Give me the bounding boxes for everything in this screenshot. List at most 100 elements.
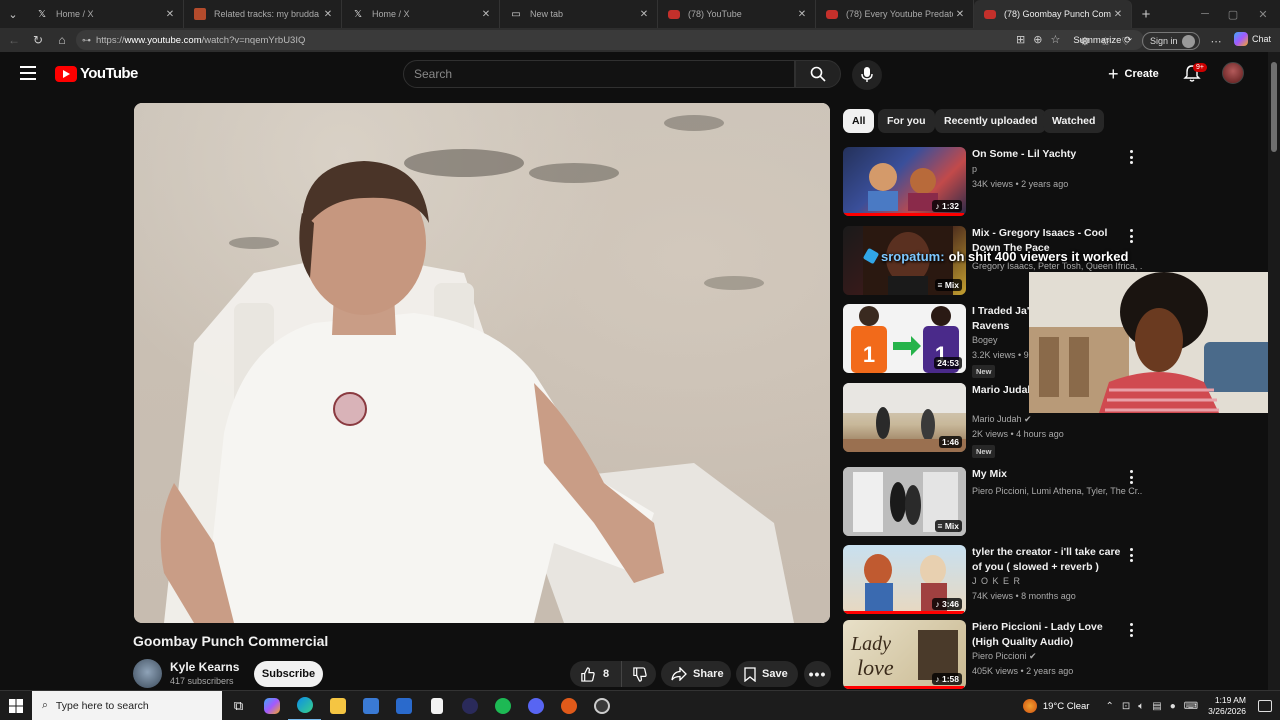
recommendation-title[interactable]: On Some - Lil Yachty (972, 147, 1126, 162)
notepad-icon[interactable] (420, 691, 453, 720)
file-explorer-icon[interactable] (321, 691, 354, 720)
tab-close-icon[interactable]: ✕ (479, 9, 493, 20)
copilot-taskbar-icon[interactable] (255, 691, 288, 720)
maximize-icon[interactable]: ▢ (1216, 0, 1250, 28)
task-view-icon[interactable]: ⧉ (222, 691, 255, 720)
discord-icon[interactable] (519, 691, 552, 720)
scrollbar-thumb[interactable] (1271, 62, 1277, 152)
streaming-app-icon[interactable] (585, 691, 618, 720)
tab-close-icon[interactable]: ✕ (953, 9, 967, 20)
recommendation-channel[interactable]: p (972, 164, 1142, 174)
sign-in-button[interactable]: Sign in (1141, 32, 1200, 50)
chip-for-you[interactable]: For you (878, 109, 935, 133)
network-icon[interactable]: ▤ (1152, 701, 1161, 712)
account-avatar[interactable] (1222, 62, 1244, 84)
recommendation-item[interactable]: ♪ 1:32 On Some - Lil Yachty p 34K views … (843, 147, 1143, 219)
media-app-icon[interactable] (453, 691, 486, 720)
like-button[interactable]: 8 (570, 661, 622, 687)
voice-search-button[interactable] (852, 60, 882, 90)
recommendation-channel[interactable]: Piero Piccioni ✔ (972, 651, 1142, 662)
notification-center-icon[interactable] (1258, 700, 1272, 712)
refresh-icon[interactable]: ↻ (26, 33, 50, 47)
video-thumbnail[interactable]: 1:46 (843, 383, 966, 452)
more-vertical-icon[interactable] (1128, 548, 1134, 562)
zoom-icon[interactable]: ⊕ (1033, 33, 1042, 46)
tab-close-icon[interactable]: ✕ (1111, 9, 1125, 20)
obs-icon[interactable] (552, 691, 585, 720)
url-field[interactable]: ⊶ https://www.youtube.com/watch?v=nqemYr… (76, 30, 1144, 50)
new-tab-button[interactable]: + (1132, 6, 1160, 23)
tab-actions-menu-icon[interactable]: ⌄ (0, 0, 26, 28)
more-vertical-icon[interactable] (1128, 229, 1134, 243)
more-vertical-icon[interactable] (1128, 623, 1134, 637)
browser-tab[interactable]: (78) Every Youtube Predator Expl ✕ (816, 0, 974, 28)
channel-avatar[interactable] (133, 659, 162, 688)
video-player[interactable] (134, 103, 830, 623)
browser-tab-active[interactable]: (78) Goombay Punch Commercial ✕ (974, 0, 1132, 28)
search-input[interactable]: Search (403, 60, 795, 88)
browser-tab[interactable]: Related tracks: my brudda w suci ✕ (184, 0, 342, 28)
dislike-button[interactable] (622, 666, 656, 682)
tab-close-icon[interactable]: ✕ (321, 9, 335, 20)
browser-tab[interactable]: (78) YouTube ✕ (658, 0, 816, 28)
browser-tab[interactable]: 𝕏 Home / X ✕ (342, 0, 500, 28)
chip-recently-uploaded[interactable]: Recently uploaded (935, 109, 1047, 133)
chevron-up-icon[interactable]: ⌃ (1105, 701, 1113, 712)
recommendation-item[interactable]: ♪ 3:46 tyler the creator - i'll take car… (843, 545, 1143, 617)
site-info-icon[interactable]: ⊶ (82, 35, 96, 46)
recommendation-channel[interactable]: Piero Piccioni, Lumi Athena, Tyler, The … (972, 486, 1142, 496)
favorites-icon[interactable]: ✩ (1101, 35, 1110, 48)
clock[interactable]: 1:19 AM 3/26/2026 (1208, 695, 1246, 717)
browser-tab[interactable]: ▭ New tab ✕ (500, 0, 658, 28)
app-icon[interactable]: ⊞ (1016, 33, 1025, 46)
tray-app-icon[interactable]: ⊡ (1122, 701, 1130, 712)
store-icon[interactable] (354, 691, 387, 720)
recommendation-channel[interactable]: Mario Judah ✔ (972, 414, 1142, 425)
channel-name[interactable]: Kyle Kearns (170, 660, 239, 674)
menu-icon[interactable] (20, 66, 36, 80)
recommendation-title[interactable]: tyler the creator - i'll take care of yo… (972, 545, 1126, 575)
video-thumbnail[interactable]: ♪ 3:46 (843, 545, 966, 614)
close-window-icon[interactable]: ✕ (1246, 0, 1280, 28)
microphone-tray-icon[interactable]: ● (1170, 701, 1176, 712)
keyboard-icon[interactable]: ⌨ (1184, 701, 1198, 712)
recommendation-title[interactable]: Piero Piccioni - Lady Love (High Quality… (972, 620, 1126, 650)
tab-close-icon[interactable]: ✕ (637, 9, 651, 20)
home-icon[interactable]: ⌂ (50, 33, 74, 47)
create-button[interactable]: + Create (1100, 62, 1167, 86)
favorite-star-icon[interactable]: ☆ (1050, 33, 1060, 46)
subscribe-button[interactable]: Subscribe (254, 661, 323, 687)
back-icon[interactable]: ← (2, 33, 26, 47)
recommendation-title[interactable]: My Mix (972, 467, 1126, 482)
tab-close-icon[interactable]: ✕ (795, 9, 809, 20)
mail-icon[interactable] (387, 691, 420, 720)
more-vertical-icon[interactable] (1128, 470, 1134, 484)
search-button[interactable] (795, 60, 841, 88)
chip-watched[interactable]: Watched (1043, 109, 1105, 133)
edge-browser-icon[interactable] (288, 691, 321, 720)
share-button[interactable]: Share (661, 661, 731, 687)
spotify-icon[interactable] (486, 691, 519, 720)
more-actions-button[interactable]: ••• (804, 661, 831, 687)
tab-close-icon[interactable]: ✕ (163, 9, 177, 20)
video-thumbnail[interactable]: 11 24:53 (843, 304, 966, 373)
youtube-logo[interactable]: YouTube (55, 65, 138, 82)
video-thumbnail[interactable]: ≡ Mix (843, 467, 966, 536)
page-scrollbar[interactable] (1268, 52, 1280, 690)
recommendation-item[interactable]: ≡ Mix My Mix Piero Piccioni, Lumi Athena… (843, 467, 1143, 539)
more-menu-icon[interactable]: ⋯ (1211, 35, 1222, 48)
video-thumbnail[interactable]: Lady love ♪ 1:58 (843, 620, 966, 689)
browser-essentials-icon[interactable]: ♡ (1121, 35, 1131, 48)
more-vertical-icon[interactable] (1128, 150, 1134, 164)
save-button[interactable]: Save (736, 661, 798, 687)
video-thumbnail[interactable]: ♪ 1:32 (843, 147, 966, 216)
browser-tab[interactable]: 𝕏 Home / X ✕ (26, 0, 184, 28)
recommendation-item[interactable]: Lady love ♪ 1:58 Piero Piccioni - Lady Lo… (843, 620, 1143, 692)
taskbar-search-input[interactable]: ⌕ Type here to search (32, 690, 222, 720)
extensions-icon[interactable]: ⚙ (1080, 35, 1090, 48)
recommendation-channel[interactable]: J O K E R (972, 576, 1142, 586)
chip-all[interactable]: All (843, 109, 875, 133)
speaker-icon[interactable]: 🔈︎ (1138, 701, 1144, 712)
copilot-chat-button[interactable]: Chat (1234, 32, 1271, 46)
weather-widget[interactable]: 19°C Clear (1022, 699, 1089, 713)
